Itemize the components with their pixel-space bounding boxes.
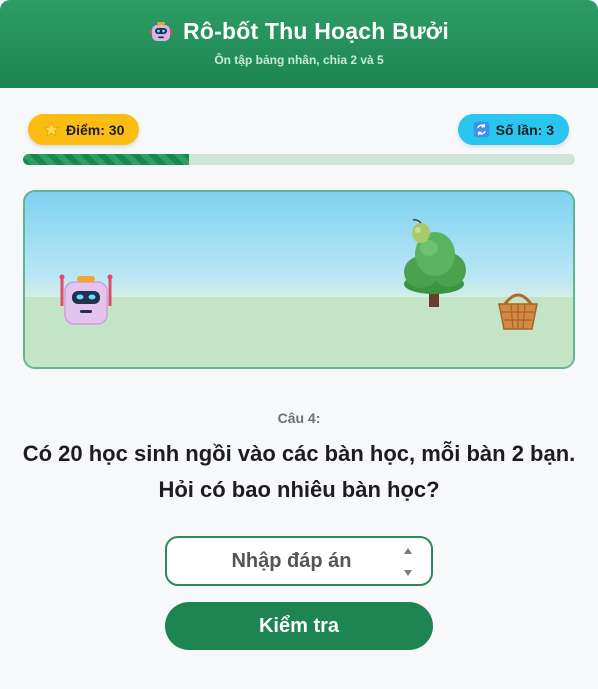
question-number: Câu 4: (277, 410, 321, 426)
spin-up-icon[interactable] (404, 548, 412, 554)
star-icon (43, 121, 60, 138)
pomelo-icon (412, 219, 430, 243)
refresh-icon (473, 121, 490, 138)
tries-label: Số lần: 3 (495, 121, 554, 138)
answer-input[interactable] (165, 536, 433, 586)
check-button[interactable]: Kiểm tra (165, 602, 433, 650)
score-label: Điểm: 30 (66, 121, 125, 138)
scene-art (25, 219, 573, 367)
number-spinner[interactable] (401, 548, 415, 576)
page-title: Rô-bốt Thu Hoạch Bưởi (183, 18, 449, 44)
progress-bar (23, 154, 575, 165)
robot-icon (59, 274, 113, 325)
score-badge: Điểm: 30 (28, 114, 140, 145)
game-header: Rô-bốt Thu Hoạch Bưởi Ôn tập bảng nhân, … (0, 0, 598, 88)
pomelo-tree-icon (404, 232, 466, 307)
tries-badge: Số lần: 3 (457, 114, 569, 145)
title-row: Rô-bốt Thu Hoạch Bưởi (0, 18, 598, 45)
question-text: Có 20 học sinh ngồi vào các bàn học, mỗi… (22, 441, 576, 502)
robot-icon (150, 21, 173, 41)
spin-down-icon[interactable] (404, 570, 412, 576)
page-subtitle: Ôn tập bảng nhân, chia 2 và 5 (214, 53, 384, 67)
progress-fill (23, 154, 189, 165)
game-scene (23, 190, 575, 369)
